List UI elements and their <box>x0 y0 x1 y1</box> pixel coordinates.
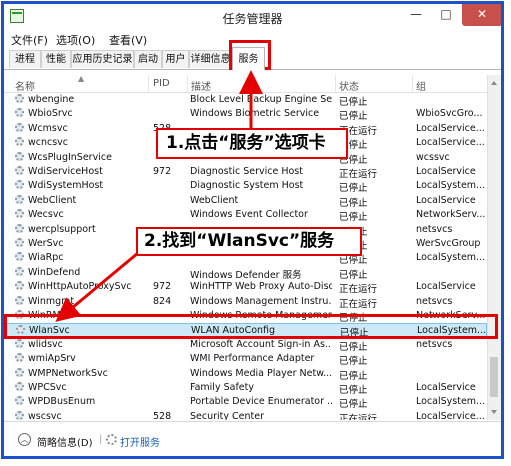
step1-callout: 1.点击“服务”选项卡 <box>156 128 348 159</box>
tab-services[interactable]: 服务 <box>232 47 265 70</box>
step2-callout: 2.找到“WlanSvc”服务 <box>136 227 362 256</box>
